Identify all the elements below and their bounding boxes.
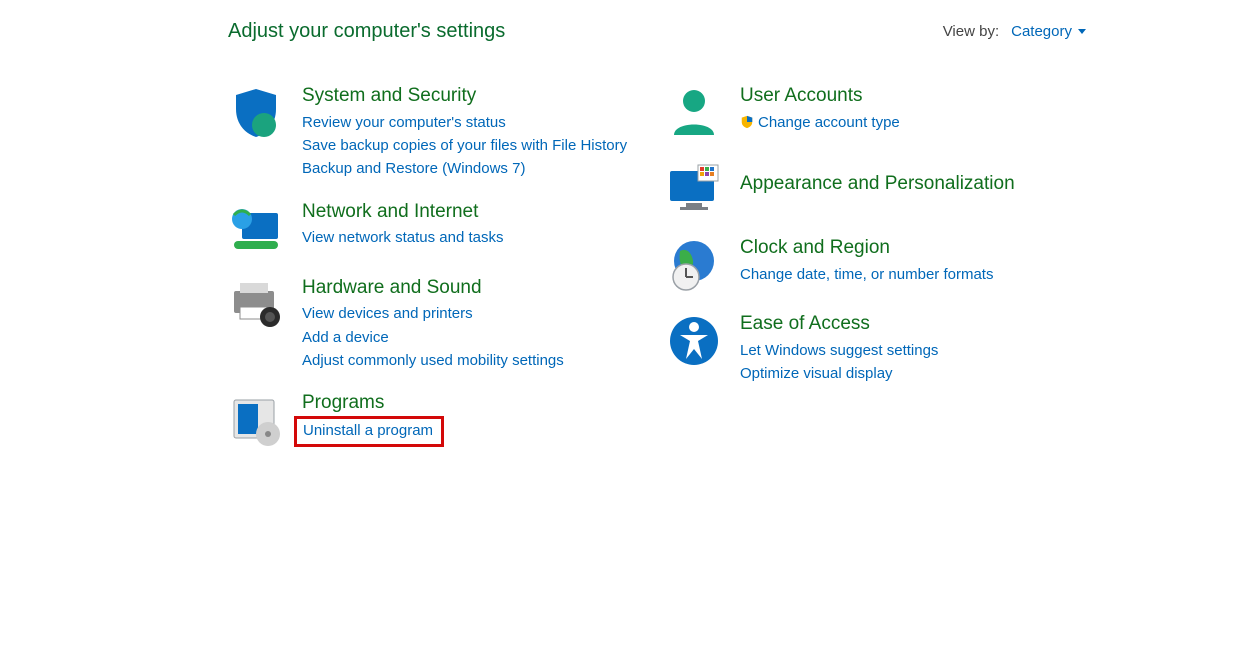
caret-down-icon	[1078, 29, 1086, 34]
category-programs: Programs Uninstall a program	[228, 392, 638, 448]
category-ease-of-access: Ease of Access Let Windows suggest setti…	[666, 313, 1086, 385]
view-by-dropdown[interactable]: Category	[1011, 23, 1086, 40]
link-file-history[interactable]: Save backup copies of your files with Fi…	[302, 134, 627, 157]
category-network: Network and Internet View network status…	[228, 201, 638, 257]
category-title-network[interactable]: Network and Internet	[302, 201, 504, 224]
right-column: User Accounts Change account type	[666, 85, 1086, 468]
accessibility-icon[interactable]	[666, 313, 722, 369]
category-title-user-accounts[interactable]: User Accounts	[740, 85, 900, 108]
shield-icon[interactable]	[228, 85, 284, 141]
category-user-accounts: User Accounts Change account type	[666, 85, 1086, 141]
categories-columns: System and Security Review your computer…	[0, 85, 1241, 468]
link-devices-printers[interactable]: View devices and printers	[302, 302, 564, 325]
link-change-account-type-text: Change account type	[758, 111, 900, 134]
category-clock: Clock and Region Change date, time, or n…	[666, 237, 1086, 293]
programs-icon[interactable]	[228, 392, 284, 448]
view-by-value: Category	[1011, 23, 1072, 40]
network-icon[interactable]	[228, 201, 284, 257]
category-hardware: Hardware and Sound View devices and prin…	[228, 277, 638, 373]
printer-icon[interactable]	[228, 277, 284, 333]
link-change-account-type[interactable]: Change account type	[740, 111, 900, 134]
category-title-appearance[interactable]: Appearance and Personalization	[740, 173, 1015, 196]
category-appearance: Appearance and Personalization	[666, 161, 1086, 217]
link-review-status[interactable]: Review your computer's status	[302, 111, 627, 134]
page-title: Adjust your computer's settings	[228, 20, 943, 43]
category-title-programs[interactable]: Programs	[302, 392, 444, 415]
uac-shield-icon	[740, 115, 754, 129]
link-add-device[interactable]: Add a device	[302, 326, 564, 349]
monitor-icon[interactable]	[666, 161, 722, 217]
category-title-hardware[interactable]: Hardware and Sound	[302, 277, 564, 300]
highlight-uninstall: Uninstall a program	[294, 416, 444, 448]
category-title-ease[interactable]: Ease of Access	[740, 313, 938, 336]
link-network-status[interactable]: View network status and tasks	[302, 226, 504, 249]
view-by-label: View by:	[943, 23, 999, 40]
link-windows-suggest[interactable]: Let Windows suggest settings	[740, 339, 938, 362]
link-optimize-display[interactable]: Optimize visual display	[740, 362, 938, 385]
link-change-date-time[interactable]: Change date, time, or number formats	[740, 263, 993, 286]
control-panel-page: Adjust your computer's settings View by:…	[0, 0, 1241, 666]
link-backup-restore[interactable]: Backup and Restore (Windows 7)	[302, 157, 627, 180]
left-column: System and Security Review your computer…	[228, 85, 638, 468]
clock-globe-icon[interactable]	[666, 237, 722, 293]
category-system-security: System and Security Review your computer…	[228, 85, 638, 181]
category-title-clock[interactable]: Clock and Region	[740, 237, 993, 260]
category-title-system-security[interactable]: System and Security	[302, 85, 627, 108]
link-uninstall-program[interactable]: Uninstall a program	[303, 421, 433, 441]
user-icon[interactable]	[666, 85, 722, 141]
header-row: Adjust your computer's settings View by:…	[0, 20, 1241, 43]
link-mobility-settings[interactable]: Adjust commonly used mobility settings	[302, 349, 564, 372]
